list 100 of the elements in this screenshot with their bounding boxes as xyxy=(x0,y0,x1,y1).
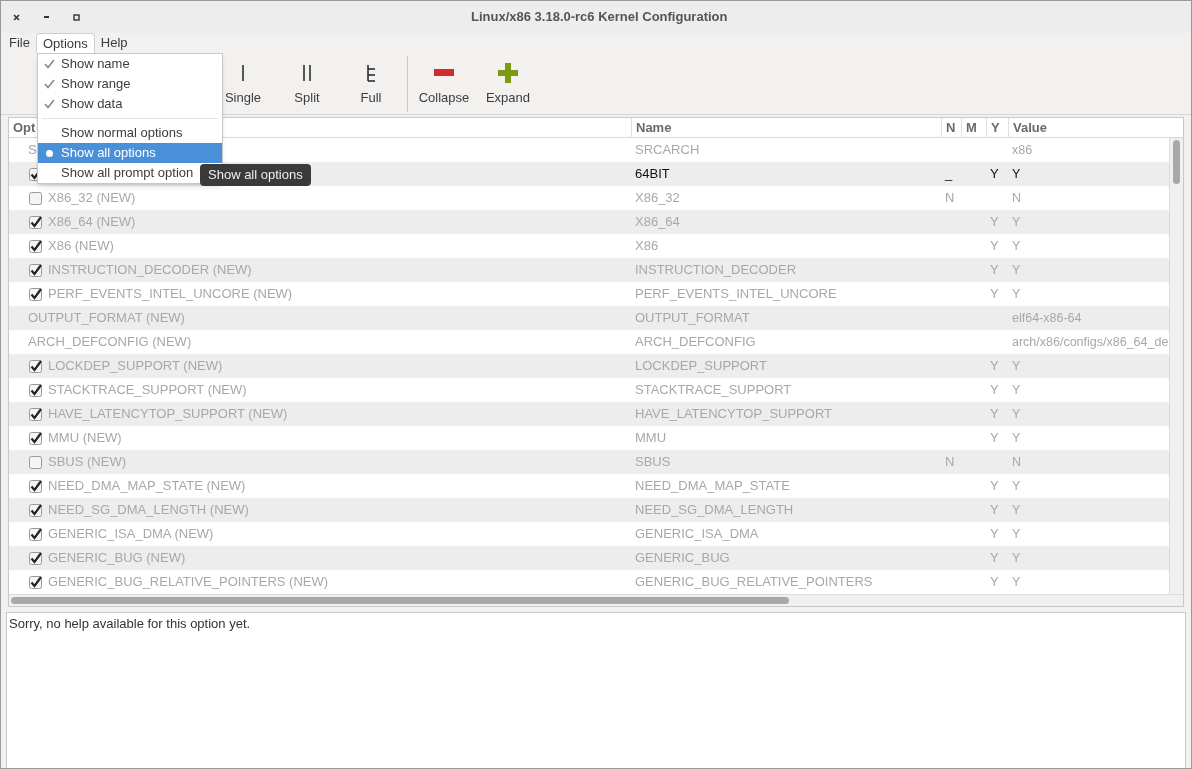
table-cell-text: elf64-x86-64 xyxy=(1011,309,1083,327)
option-label: NEED_SG_DMA_LENGTH (NEW) xyxy=(48,501,249,520)
column-header[interactable]: Y xyxy=(991,120,1000,135)
table-cell-text: NEED_DMA_MAP_STATE xyxy=(634,477,791,496)
close-icon[interactable] xyxy=(13,13,20,21)
table-cell-text: STACKTRACE_SUPPORT xyxy=(634,381,793,400)
table-cell-text: Y xyxy=(1011,405,1022,423)
option-label: GENERIC_ISA_DMA (NEW) xyxy=(48,525,214,544)
table-cell-text: PERF_EVENTS_INTEL_UNCORE xyxy=(634,285,838,304)
toolbar-button[interactable]: Collapse xyxy=(412,54,476,113)
table-cell-text: Y xyxy=(1011,237,1022,255)
vertical-scrollbar[interactable] xyxy=(1169,138,1183,594)
option-label: X86_64 (NEW) xyxy=(48,213,136,232)
table-cell-text: Y xyxy=(989,285,1000,304)
table-cell-text: GENERIC_BUG_RELATIVE_POINTERS xyxy=(634,573,874,592)
table-cell-text: Y xyxy=(989,501,1000,520)
table-cell-text: N xyxy=(1011,189,1023,207)
menu-item[interactable]: Show all options xyxy=(38,143,222,163)
table-cell-text: ARCH_DEFCONFIG xyxy=(634,333,757,352)
table-cell-text: Y xyxy=(1011,381,1022,399)
option-label: HAVE_LATENCYTOP_SUPPORT (NEW) xyxy=(48,405,288,424)
table-cell-text: Y xyxy=(989,525,1000,544)
table-cell-text: Y xyxy=(989,213,1000,232)
column-header[interactable]: M xyxy=(966,120,977,135)
table-cell-text: Y xyxy=(1011,261,1022,279)
table-cell-text: X86_32 xyxy=(634,189,681,208)
table-cell-text: Y xyxy=(1011,501,1022,519)
option-label: X86_32 (NEW) xyxy=(48,189,136,208)
table-cell-text: Y xyxy=(1011,549,1022,567)
window-title: Linux/x86 3.18.0-rc6 Kernel Configuration xyxy=(471,8,728,27)
menu-item[interactable]: File xyxy=(3,33,36,53)
table-cell-text: SRCARCH xyxy=(634,141,701,160)
table-cell-text: HAVE_LATENCYTOP_SUPPORT xyxy=(634,405,833,424)
table-cell-text: Y xyxy=(989,237,1000,256)
table-cell-text: Y xyxy=(1011,285,1022,303)
table-cell-text: Y xyxy=(1011,357,1022,375)
option-label: ARCH_DEFCONFIG (NEW) xyxy=(28,333,192,352)
table-cell-text: N xyxy=(1011,453,1023,471)
maximize-icon[interactable] xyxy=(73,13,80,21)
table-cell-text: Y xyxy=(989,477,1000,496)
check-icon xyxy=(44,79,55,89)
double-line-icon xyxy=(302,62,312,83)
table-cell-text: X86 xyxy=(634,237,660,256)
menu-item[interactable]: Help xyxy=(94,33,134,53)
table-cell-text: Y xyxy=(989,165,1000,184)
minus-icon xyxy=(434,68,454,77)
option-label: X86 (NEW) xyxy=(48,237,114,256)
option-label: MMU (NEW) xyxy=(48,429,122,448)
option-label: S xyxy=(28,141,37,160)
option-label: GENERIC_BUG (NEW) xyxy=(48,549,186,568)
table-cell-text: arch/x86/configs/x86_64_de xyxy=(1011,333,1169,351)
minimize-icon[interactable] xyxy=(44,15,49,19)
table-cell-text: SBUS xyxy=(634,453,672,472)
tree-lines-icon xyxy=(366,62,376,83)
table-cell-text: 64BIT xyxy=(634,165,671,184)
column-header[interactable]: N xyxy=(946,120,956,135)
table-cell-text: N xyxy=(944,189,956,208)
option-label: NEED_DMA_MAP_STATE (NEW) xyxy=(48,477,246,496)
table-cell-text: LOCKDEP_SUPPORT xyxy=(634,357,768,376)
table-cell-text: Y xyxy=(989,429,1000,448)
table-cell-text: Y xyxy=(989,549,1000,568)
option-label: OUTPUT_FORMAT (NEW) xyxy=(28,309,185,328)
column-header[interactable]: Value xyxy=(1013,120,1047,135)
tooltip: Show all options xyxy=(200,164,311,186)
table-cell-text: Y xyxy=(1011,165,1022,183)
menu-item[interactable]: Options xyxy=(35,33,95,53)
table-cell-text: Y xyxy=(989,573,1000,592)
table-cell-text: _ xyxy=(943,165,954,184)
table-cell-text: GENERIC_ISA_DMA xyxy=(634,525,760,544)
table-cell-text: Y xyxy=(989,405,1000,424)
table-cell-text: Y xyxy=(989,261,1000,280)
check-icon xyxy=(44,99,55,109)
table-cell-text: GENERIC_BUG xyxy=(634,549,731,568)
table-cell-text: Y xyxy=(989,381,1000,400)
option-label: LOCKDEP_SUPPORT (NEW) xyxy=(48,357,223,376)
table-cell-text: NEED_SG_DMA_LENGTH xyxy=(634,501,795,520)
plus-icon xyxy=(498,62,518,83)
table-cell-text: x86 xyxy=(1011,141,1034,159)
check-icon xyxy=(44,59,55,69)
table-cell-text: N xyxy=(944,453,956,472)
option-label: GENERIC_BUG_RELATIVE_POINTERS (NEW) xyxy=(48,573,329,592)
option-label: PERF_EVENTS_INTEL_UNCORE (NEW) xyxy=(48,285,293,304)
toolbar-button[interactable]: Full xyxy=(339,54,403,113)
table-cell-text: OUTPUT_FORMAT xyxy=(634,309,751,328)
column-header[interactable]: Opt xyxy=(13,120,36,135)
table-cell-text: Y xyxy=(1011,429,1022,447)
single-line-icon xyxy=(241,62,245,83)
column-header[interactable]: Name xyxy=(636,120,672,135)
toolbar-button[interactable]: Split xyxy=(275,54,339,113)
horizontal-scrollbar[interactable] xyxy=(9,594,1183,606)
table-cell-text: Y xyxy=(1011,477,1022,495)
table-cell-text: INSTRUCTION_DECODER xyxy=(634,261,798,280)
table-cell-text: Y xyxy=(1011,213,1022,231)
toolbar-button[interactable]: Expand xyxy=(476,54,540,113)
table-cell-text: MMU xyxy=(634,429,668,448)
help-text: Sorry, no help available for this option yet. xyxy=(9,616,251,631)
table-cell-text: Y xyxy=(1011,573,1022,591)
radio-dot-icon xyxy=(46,149,53,157)
table-cell-text: X86_64 xyxy=(634,213,681,232)
table-cell-text: Y xyxy=(1011,525,1022,543)
